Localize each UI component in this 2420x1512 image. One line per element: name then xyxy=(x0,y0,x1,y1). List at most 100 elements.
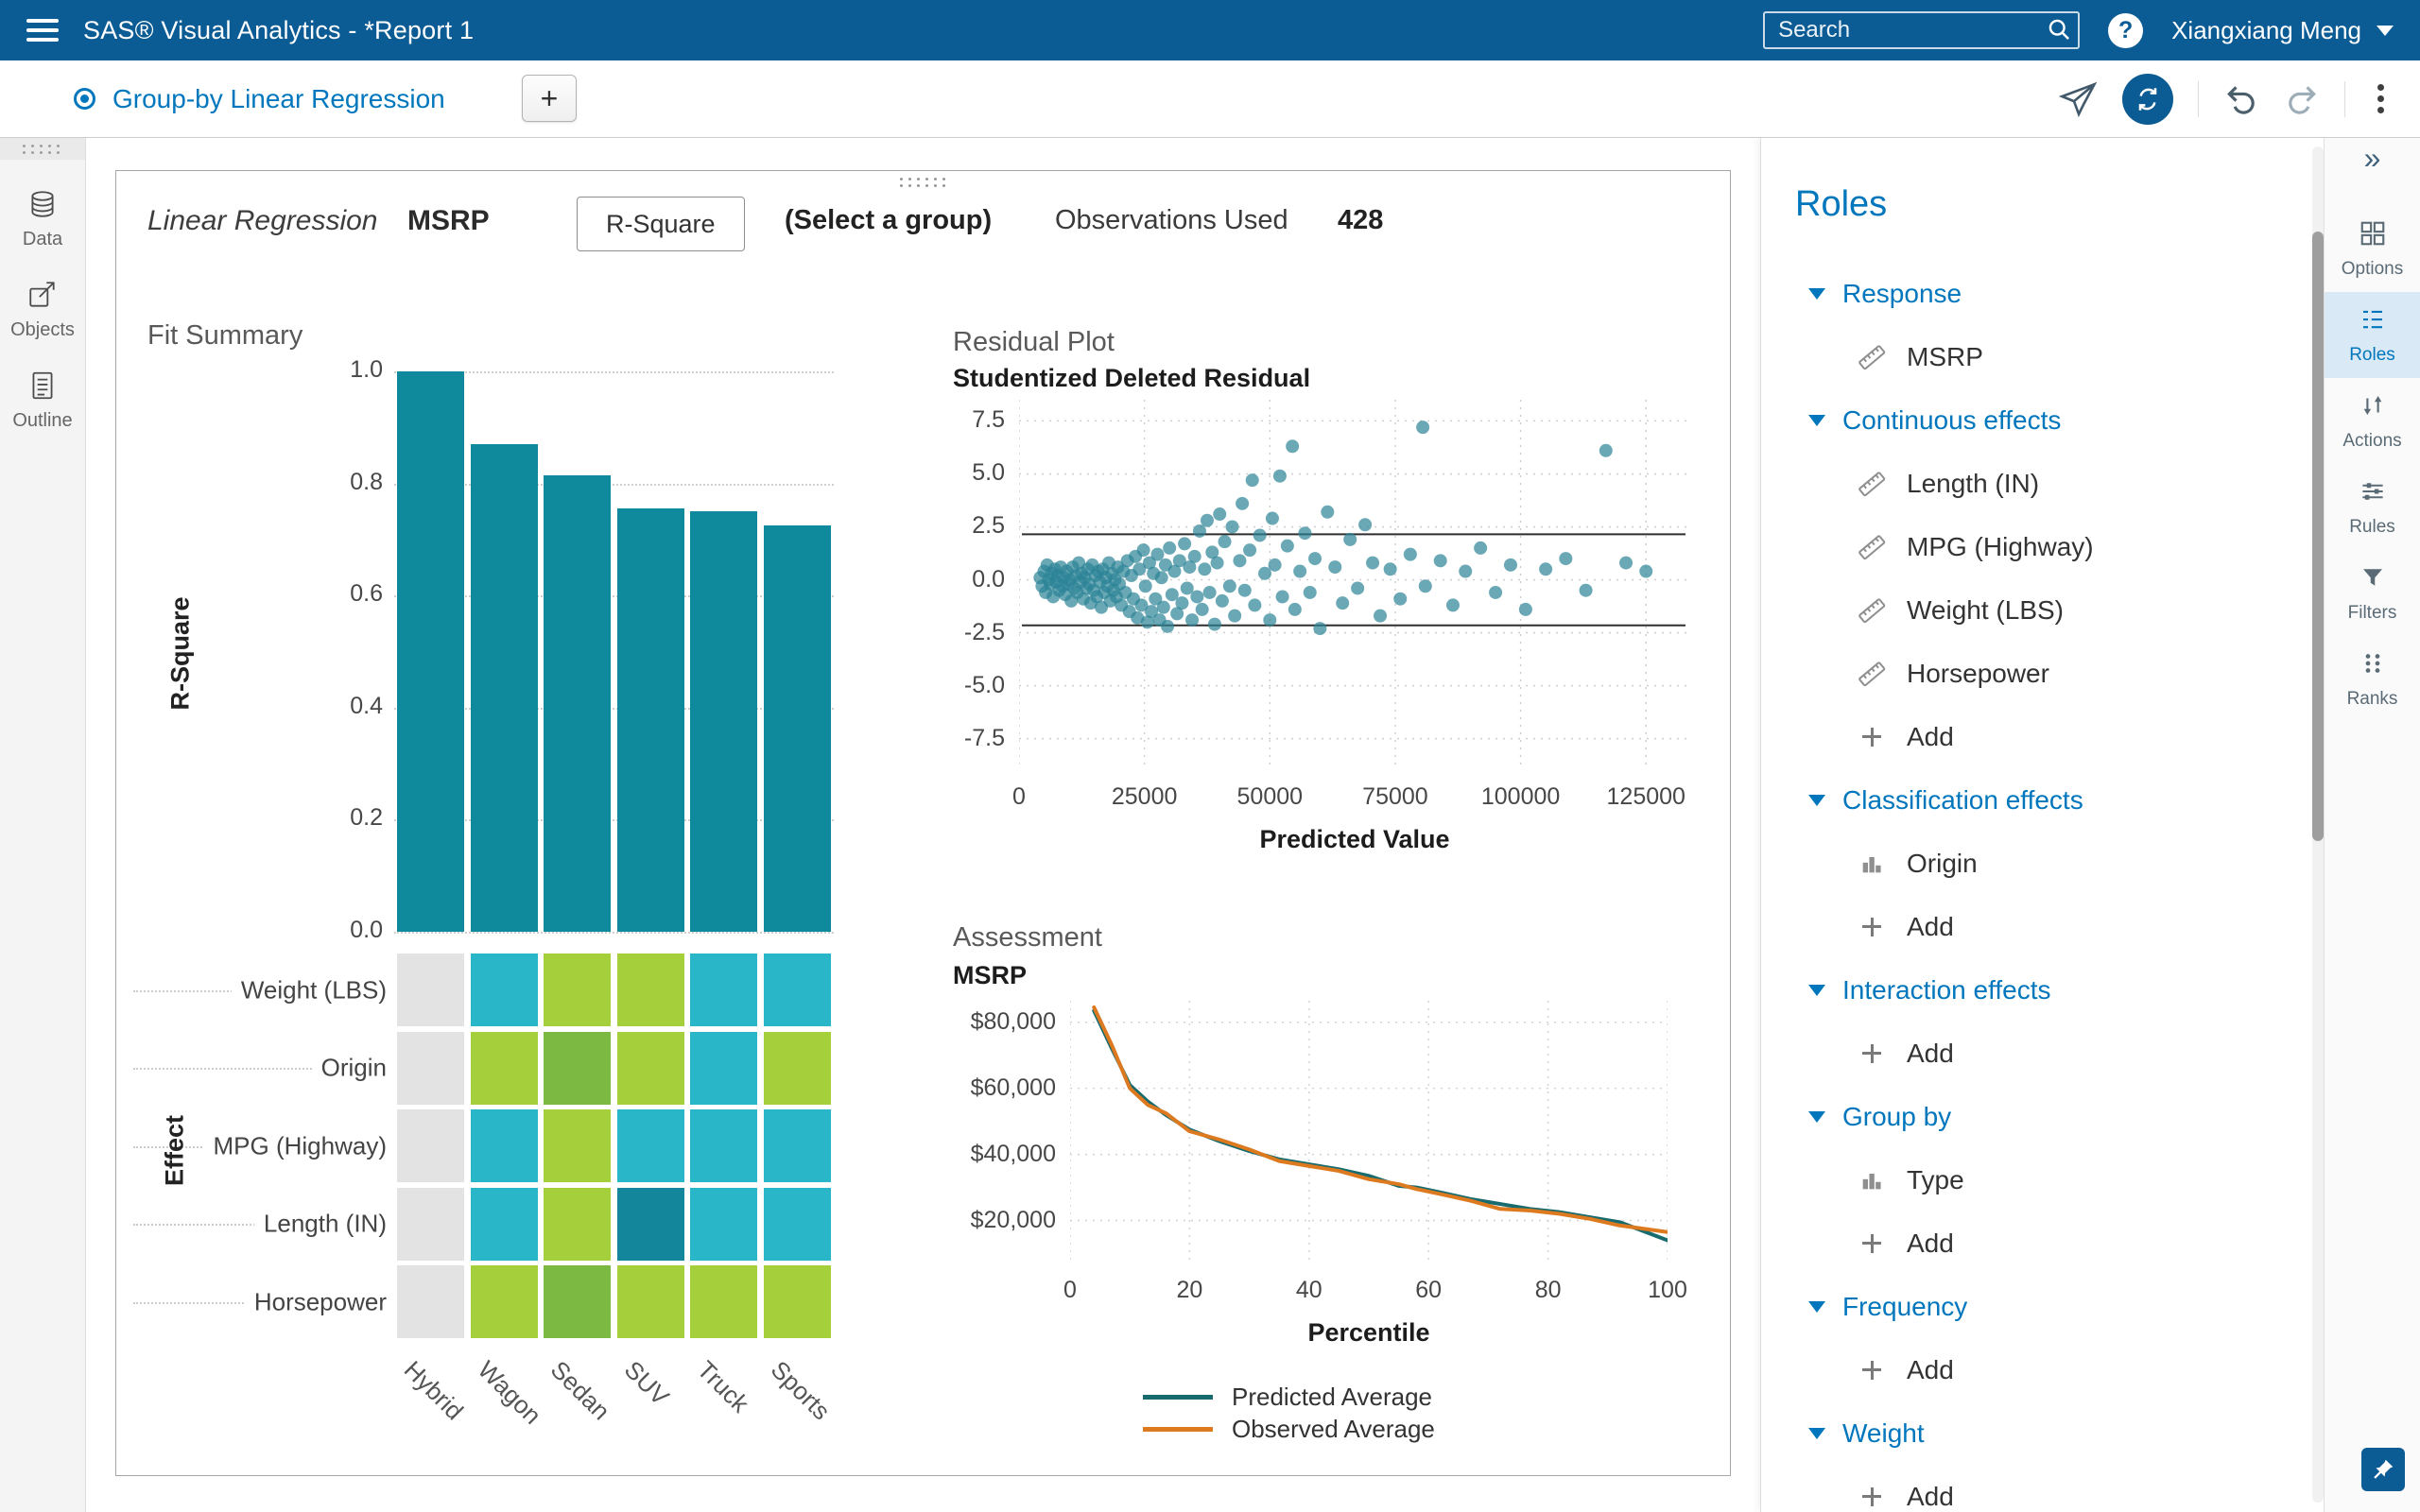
scatter-point[interactable] xyxy=(1137,543,1150,557)
heatmap-cell[interactable] xyxy=(690,1188,757,1261)
scatter-point[interactable] xyxy=(1196,603,1209,616)
heatmap-cell[interactable] xyxy=(544,1188,611,1261)
fit-summary-bar[interactable] xyxy=(471,444,538,932)
add-page-button[interactable]: + xyxy=(522,75,577,122)
scatter-point[interactable] xyxy=(1304,586,1317,599)
scatter-point[interactable] xyxy=(1213,507,1226,521)
scatter-point[interactable] xyxy=(1157,601,1170,614)
scatter-point[interactable] xyxy=(1599,444,1613,457)
scatter-point[interactable] xyxy=(1211,557,1224,570)
scatter-point[interactable] xyxy=(1336,596,1349,610)
heatmap-cell[interactable] xyxy=(397,1109,464,1182)
scatter-point[interactable] xyxy=(1539,562,1552,576)
fit-summary-bar[interactable] xyxy=(544,475,611,932)
scatter-point[interactable] xyxy=(1343,533,1357,546)
scatter-point[interactable] xyxy=(1459,565,1472,578)
assessment-line-observed-average[interactable] xyxy=(1094,1007,1668,1232)
roles-add-button[interactable]: Add xyxy=(1761,1211,2309,1275)
roles-section-classification-effects[interactable]: Classification effects xyxy=(1761,768,2309,832)
panel-tab-filters[interactable]: Filters xyxy=(2325,550,2420,636)
stat-selector-button[interactable]: R-Square xyxy=(577,197,745,251)
heatmap-cell[interactable] xyxy=(397,1265,464,1338)
scatter-point[interactable] xyxy=(1246,473,1259,487)
fit-summary-bar[interactable] xyxy=(764,525,831,932)
scatter-point[interactable] xyxy=(1166,588,1179,601)
panel-tab-actions[interactable]: Actions xyxy=(2325,378,2420,464)
scrollbar-thumb[interactable] xyxy=(2312,232,2324,841)
effect-heatmap[interactable] xyxy=(394,954,834,1344)
undo-icon[interactable] xyxy=(2223,81,2259,117)
scatter-point[interactable] xyxy=(1639,565,1652,578)
scatter-point[interactable] xyxy=(1226,520,1239,533)
scatter-point[interactable] xyxy=(1198,562,1211,576)
scatter-point[interactable] xyxy=(1519,603,1532,616)
scatter-point[interactable] xyxy=(1351,581,1364,594)
scatter-point[interactable] xyxy=(1619,557,1633,570)
more-options-icon[interactable] xyxy=(2377,95,2384,102)
heatmap-cell[interactable] xyxy=(764,954,831,1026)
heatmap-cell[interactable] xyxy=(544,1265,611,1338)
roles-item-weight-lbs[interactable]: Weight (LBS) xyxy=(1761,578,2309,642)
scatter-point[interactable] xyxy=(1228,610,1241,623)
drag-handle-icon[interactable] xyxy=(0,137,85,160)
scatter-point[interactable] xyxy=(1281,540,1294,553)
scatter-point[interactable] xyxy=(1253,528,1267,541)
scatter-point[interactable] xyxy=(1161,620,1174,633)
roles-add-button[interactable]: Add xyxy=(1761,1338,2309,1401)
heatmap-cell[interactable] xyxy=(764,1265,831,1338)
heatmap-cell[interactable] xyxy=(471,1032,538,1105)
scatter-point[interactable] xyxy=(1474,541,1487,555)
scatter-point[interactable] xyxy=(1233,554,1246,567)
fit-summary-bar[interactable] xyxy=(397,371,464,932)
help-icon[interactable]: ? xyxy=(2108,13,2143,48)
scatter-point[interactable] xyxy=(1580,584,1593,597)
scatter-point[interactable] xyxy=(1150,548,1164,561)
scatter-point[interactable] xyxy=(1559,552,1572,565)
panel-tab-rules[interactable]: Rules xyxy=(2325,464,2420,550)
scatter-point[interactable] xyxy=(1328,560,1341,574)
roles-add-button[interactable]: Add xyxy=(1761,1022,2309,1085)
heatmap-cell[interactable] xyxy=(544,1032,611,1105)
scatter-point[interactable] xyxy=(1188,550,1201,563)
roles-add-button[interactable]: Add xyxy=(1761,1465,2309,1512)
heatmap-cell[interactable] xyxy=(397,1188,464,1261)
panel-tab-roles[interactable]: Roles xyxy=(2325,292,2420,378)
roles-section-group-by[interactable]: Group by xyxy=(1761,1085,2309,1148)
scatter-point[interactable] xyxy=(1434,554,1447,567)
fit-summary-bar-chart[interactable] xyxy=(394,371,834,932)
heatmap-cell[interactable] xyxy=(690,1032,757,1105)
assessment-line-chart[interactable] xyxy=(1070,1001,1668,1263)
heatmap-cell[interactable] xyxy=(544,1109,611,1182)
heatmap-cell[interactable] xyxy=(764,1032,831,1105)
scatter-point[interactable] xyxy=(1384,562,1397,576)
group-selector[interactable]: (Select a group) xyxy=(785,205,992,236)
scatter-point[interactable] xyxy=(1201,514,1214,527)
scatter-point[interactable] xyxy=(1366,557,1379,570)
roles-item-msrp[interactable]: MSRP xyxy=(1761,325,2309,388)
heatmap-cell[interactable] xyxy=(544,954,611,1026)
menu-icon[interactable] xyxy=(26,13,59,47)
heatmap-cell[interactable] xyxy=(617,1188,684,1261)
residual-scatter-plot[interactable] xyxy=(1019,400,1691,768)
fit-summary-bar[interactable] xyxy=(617,508,684,932)
roles-section-interaction-effects[interactable]: Interaction effects xyxy=(1761,958,2309,1022)
roles-item-horsepower[interactable]: Horsepower xyxy=(1761,642,2309,705)
scatter-point[interactable] xyxy=(1181,581,1194,594)
scatter-point[interactable] xyxy=(1139,579,1152,593)
scatter-point[interactable] xyxy=(1416,421,1429,434)
scatter-point[interactable] xyxy=(1185,613,1199,627)
scatter-point[interactable] xyxy=(1321,506,1334,519)
roles-add-button[interactable]: Add xyxy=(1761,705,2309,768)
scatter-point[interactable] xyxy=(1313,622,1326,635)
search-box[interactable] xyxy=(1763,11,2080,49)
scatter-point[interactable] xyxy=(1236,497,1249,510)
heatmap-cell[interactable] xyxy=(617,1109,684,1182)
tab-group-by-linear-regression[interactable]: Group-by Linear Regression xyxy=(74,60,445,137)
roles-item-length-in[interactable]: Length (IN) xyxy=(1761,452,2309,515)
heatmap-cell[interactable] xyxy=(617,1265,684,1338)
scatter-point[interactable] xyxy=(1298,526,1311,540)
heatmap-cell[interactable] xyxy=(471,1188,538,1261)
heatmap-cell[interactable] xyxy=(764,1188,831,1261)
scatter-point[interactable] xyxy=(1374,610,1387,623)
scatter-point[interactable] xyxy=(1276,590,1289,603)
